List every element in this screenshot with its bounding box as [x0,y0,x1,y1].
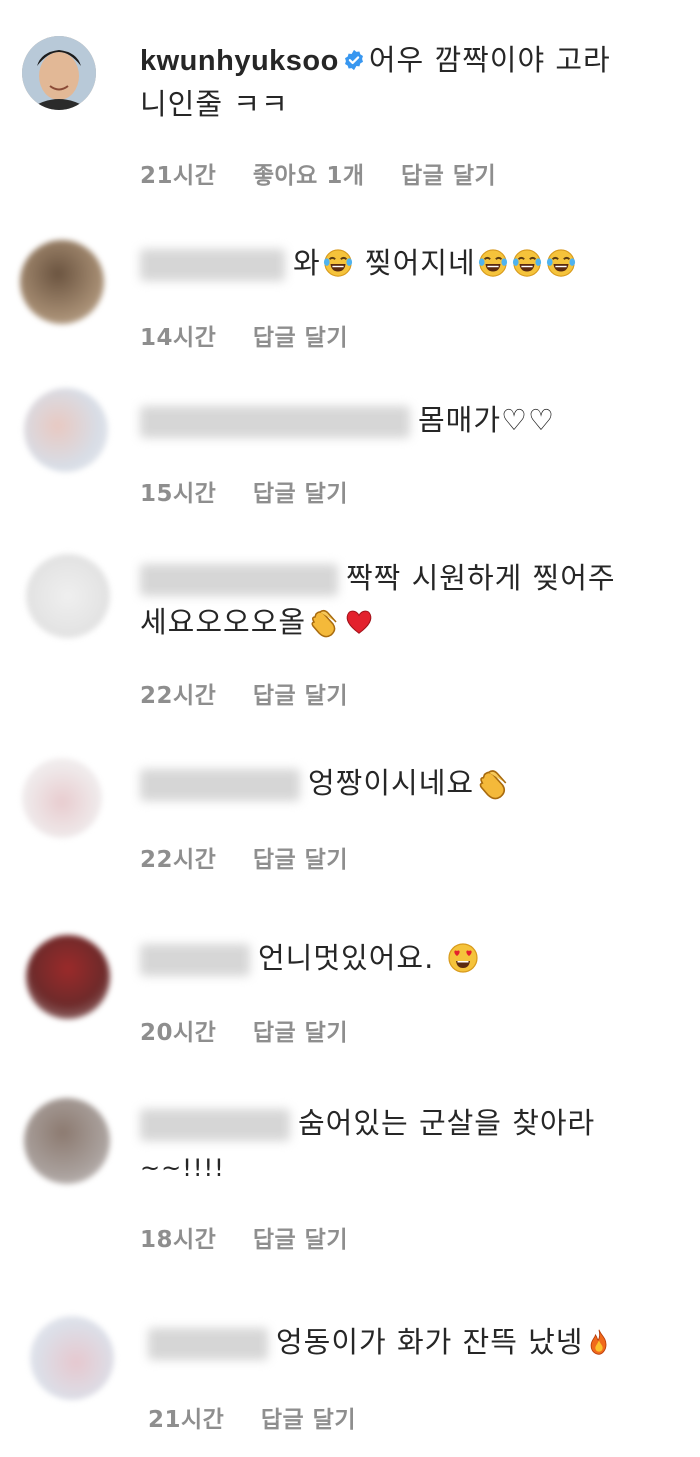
reply-button[interactable]: 답글 달기 [401,163,496,189]
reply-button[interactable]: 답글 달기 [253,683,348,709]
reply-button[interactable]: 답글 달기 [253,481,348,507]
avatar[interactable] [26,554,110,638]
avatar[interactable] [24,388,108,472]
reply-button[interactable]: 답글 달기 [253,325,348,351]
comment-body-cont: 찢어지네 [364,246,476,280]
avatar[interactable] [24,1098,110,1184]
clapping-hands-emoji [308,606,340,638]
reply-button[interactable]: 답글 달기 [253,1020,348,1046]
comment-text: 엉동이가 화가 잔뜩 났넹 [148,1322,615,1362]
timestamp: 20시간 [140,1020,217,1046]
likes-count-button[interactable]: 좋아요 1개 [253,163,365,189]
comment-meta: 14시간 답글 달기 [140,318,376,352]
comment-body: 숨어있는 군살을 찾아라 [298,1106,596,1140]
comment-meta: 20시간 답글 달기 [140,1013,376,1047]
reply-button[interactable]: 답글 달기 [261,1407,356,1433]
face-with-tears-of-joy-emoji [546,248,576,278]
comment-text-line2: 니인줄 ㅋㅋ [140,87,289,121]
comment-text: 언니멋있어요. [140,938,481,978]
comment-text: 엉짱이시네요 [140,763,512,804]
comment-body-cont: 세요오오오올 [140,605,307,639]
username-blurred[interactable] [148,1328,268,1360]
comment-text: kwunhyuksoo 어우 깜짝이야 고라 [140,40,611,81]
comment-body: 엉동이가 화가 잔뜩 났넹 [276,1325,584,1359]
username-blurred[interactable] [140,564,338,596]
comment-body: 언니멋있어요. [258,941,435,975]
username-blurred[interactable] [140,1109,290,1141]
face-with-tears-of-joy-emoji [323,248,353,278]
comment-meta: 18시간 답글 달기 [140,1220,376,1254]
avatar[interactable] [30,1316,114,1400]
comment-meta: 21시간 답글 달기 [148,1400,384,1434]
timestamp: 18시간 [140,1227,217,1253]
username[interactable]: kwunhyuksoo [140,45,339,77]
timestamp: 14시간 [140,325,217,351]
avatar[interactable] [22,758,102,838]
username-blurred[interactable] [140,769,300,801]
comment-text: 숨어있는 군살을 찾아라 [140,1103,595,1143]
username-blurred[interactable] [140,406,410,438]
avatar[interactable] [22,36,96,110]
timestamp: 22시간 [140,683,217,709]
verified-badge-icon [343,49,365,71]
avatar-photo [22,36,96,110]
heart-eyes-emoji [447,942,479,974]
avatar[interactable] [26,935,110,1019]
comment-body: 와 [293,246,321,280]
comment-text: 짝짝 시원하게 찢어주 [140,558,616,598]
comment-text-line2: ~~!!!! [140,1154,225,1182]
timestamp: 22시간 [140,847,217,873]
reply-button[interactable]: 답글 달기 [253,1227,348,1253]
clapping-hands-emoji [476,766,510,800]
red-heart-emoji [344,607,374,637]
comment-text-line2: 세요오오오올 [140,602,376,642]
username-blurred[interactable] [140,944,250,976]
face-with-tears-of-joy-emoji [478,248,508,278]
fire-emoji [585,1326,613,1358]
comment-meta: 22시간 답글 달기 [140,840,376,874]
avatar[interactable] [20,240,104,324]
comment-meta: 15시간 답글 달기 [140,474,376,508]
comment-body: 짝짝 시원하게 찢어주 [346,561,616,595]
comment-meta: 22시간 답글 달기 [140,676,376,710]
comment-text: 와 찢어지네 [140,243,578,283]
comment-body: 어우 깜짝이야 고라 [368,43,611,77]
comment-meta: 21시간 좋아요 1개 답글 달기 [140,156,524,190]
timestamp: 21시간 [148,1407,225,1433]
reply-button[interactable]: 답글 달기 [253,847,348,873]
comment-text: 몸매가♡♡ [140,400,555,440]
username-blurred[interactable] [140,249,285,281]
comment-body: 엉짱이시네요 [308,766,475,800]
comment-body: 몸매가♡♡ [418,403,556,437]
face-with-tears-of-joy-emoji [512,248,542,278]
timestamp: 21시간 [140,163,217,189]
timestamp: 15시간 [140,481,217,507]
